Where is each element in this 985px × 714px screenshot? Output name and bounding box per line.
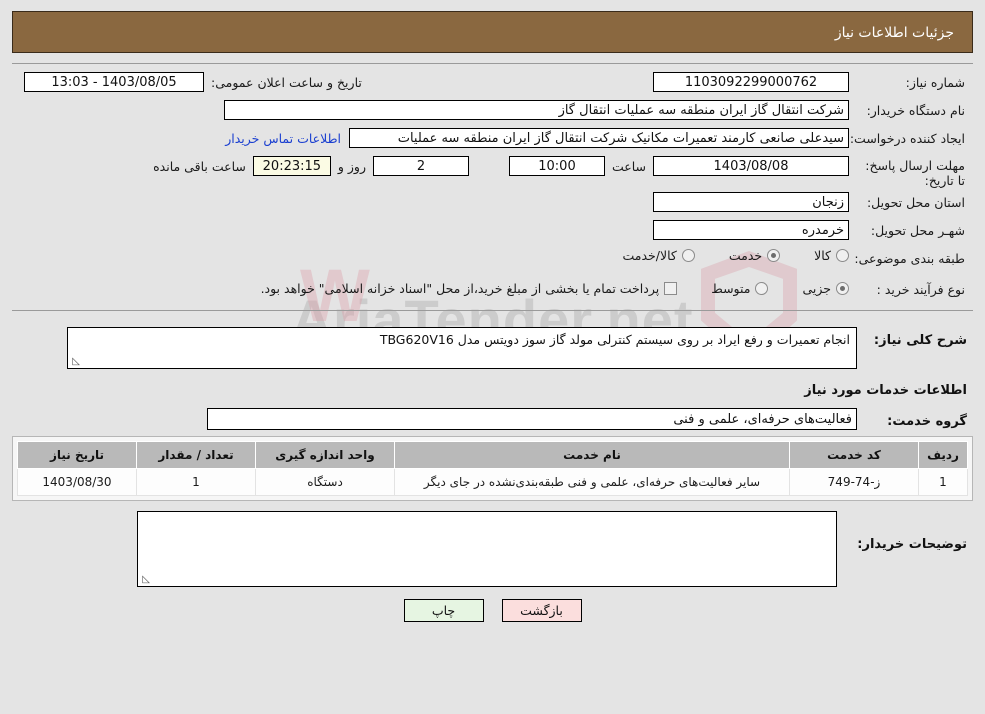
category-option-kala-khedmat-label: کالا/خدمت: [622, 248, 677, 263]
checkbox-icon-treasury[interactable]: [664, 281, 678, 295]
row-buyer-comments: توضیحات خریدار: ◺: [12, 511, 973, 587]
radio-icon-jozii[interactable]: [836, 281, 849, 295]
deadline-date-value: 1403/08/08: [653, 156, 849, 176]
row-process: نوع فرآیند خرید : جزیی متوسط پرداخت تمام…: [12, 276, 973, 300]
services-table-wrapper: ردیف کد خدمت نام خدمت واحد اندازه گیری ت…: [12, 436, 973, 501]
city-value: خرمدره: [653, 220, 849, 240]
row-city: شهـر محل تحویل: خرمدره: [12, 220, 973, 244]
cell-need-date: 1403/08/30: [17, 468, 137, 496]
row-deadline: مهلت ارسال پاسخ: تا تاریخ: 1403/08/08 سا…: [12, 156, 973, 188]
th-row-no: ردیف: [918, 441, 968, 469]
table-header-row: ردیف کد خدمت نام خدمت واحد اندازه گیری ت…: [17, 441, 968, 469]
category-option-khedmat-label: خدمت: [728, 248, 763, 263]
resize-handle-icon-comments[interactable]: ◺: [140, 575, 150, 585]
radio-icon-motavaset[interactable]: [755, 281, 769, 295]
need-number-value: 1103092299000762: [653, 72, 849, 92]
remaining-label: ساعت باقی مانده: [153, 159, 246, 174]
radio-icon-kala-khedmat[interactable]: [681, 249, 695, 262]
deadline-time-value: 10:00: [508, 156, 605, 176]
announce-datetime-value: 1403/08/05 - 13:03: [24, 72, 204, 92]
process-radio-group: جزیی متوسط: [677, 281, 849, 296]
buyer-org-value: شرکت انتقال گاز ایران منطقه سه عملیات ان…: [224, 100, 849, 120]
th-need-date: تاریخ نیاز: [17, 441, 137, 469]
requester-label: ایجاد کننده درخواست:: [849, 131, 965, 146]
action-button-bar: بازگشت چاپ: [0, 587, 985, 622]
row-requester: ایجاد کننده درخواست: سیدعلی صانعی کارمند…: [12, 128, 973, 152]
resize-handle-icon[interactable]: ◺: [70, 357, 80, 367]
cell-service-code: ز-74-749: [789, 468, 919, 496]
services-table: ردیف کد خدمت نام خدمت واحد اندازه گیری ت…: [17, 441, 968, 496]
service-group-label: گروه خدمت:: [887, 414, 967, 429]
service-group-value: فعالیت‌های حرفه‌ای، علمی و فنی: [207, 408, 857, 430]
radio-icon-kala[interactable]: [836, 249, 849, 262]
th-service-name: نام خدمت: [394, 441, 790, 469]
province-label: استان محل تحویل:: [866, 195, 965, 210]
process-option-motavaset[interactable]: متوسط: [711, 280, 769, 296]
treasury-checkbox-label: پرداخت تمام یا بخشی از مبلغ خرید،از محل …: [260, 280, 660, 296]
process-option-jozii-label: جزیی: [802, 280, 831, 296]
need-number-label: شماره نیاز:: [905, 75, 965, 90]
buyer-org-label: نام دستگاه خریدار:: [866, 103, 965, 118]
page-title: جزئیات اطلاعات نیاز: [834, 25, 954, 41]
buyer-contact-link[interactable]: اطلاعات تماس خریدار: [217, 128, 349, 146]
need-info-form: شماره نیاز: 1103092299000762 تاریخ و ساع…: [12, 63, 973, 311]
need-desc-textarea[interactable]: انجام تعمیرات و رفع ایراد بر روی سیستم ک…: [67, 327, 857, 369]
buyer-comments-label: توضیحات خریدار:: [857, 537, 967, 552]
row-buyer-org: نام دستگاه خریدار: شرکت انتقال گاز ایران…: [12, 100, 973, 124]
services-section-title: اطلاعات خدمات مورد نیاز: [804, 383, 967, 398]
row-service-group: گروه خدمت: فعالیت‌های حرفه‌ای، علمی و فن…: [12, 408, 973, 430]
category-label: طبقه بندی موضوعی:: [854, 251, 965, 266]
category-option-khedmat[interactable]: خدمت: [728, 248, 781, 263]
description-section: شرح کلی نیاز: انجام تعمیرات و رفع ایراد …: [12, 311, 973, 430]
countdown-timer: 20:23:15: [252, 156, 331, 176]
radio-icon-khedmat[interactable]: [767, 249, 781, 262]
cell-service-name: سایر فعالیت‌های حرفه‌ای، علمی و فنی طبقه…: [394, 468, 790, 496]
need-desc-label: شرح کلی نیاز:: [873, 333, 967, 348]
process-option-jozii[interactable]: جزیی: [802, 281, 849, 296]
back-button[interactable]: بازگشت: [501, 599, 582, 622]
treasury-checkbox-wrap[interactable]: پرداخت تمام یا بخشی از مبلغ خرید،از محل …: [261, 281, 678, 296]
announce-datetime-label: تاریخ و ساعت اعلان عمومی:: [211, 75, 362, 90]
category-option-kala[interactable]: کالا: [814, 248, 849, 263]
province-value: زنجان: [653, 192, 849, 212]
days-remaining-value: 2: [372, 156, 469, 176]
cell-row-no: 1: [918, 468, 968, 496]
deadline-label: مهلت ارسال پاسخ: تا تاریخ:: [865, 158, 965, 188]
table-row: 1 ز-74-749 سایر فعالیت‌های حرفه‌ای، علمی…: [17, 468, 968, 496]
process-label: نوع فرآیند خرید :: [876, 282, 965, 297]
city-label: شهـر محل تحویل:: [870, 223, 965, 238]
buyer-comments-section: توضیحات خریدار: ◺: [12, 501, 973, 587]
category-option-kala-khedmat[interactable]: کالا/خدمت: [622, 248, 695, 263]
row-need-number: شماره نیاز: 1103092299000762 تاریخ و ساع…: [12, 72, 973, 96]
th-unit: واحد اندازه گیری: [255, 441, 395, 469]
th-quantity: تعداد / مقدار: [136, 441, 256, 469]
process-option-motavaset-label: متوسط: [711, 280, 751, 296]
row-need-description: شرح کلی نیاز: انجام تعمیرات و رفع ایراد …: [12, 327, 973, 369]
cell-quantity: 1: [136, 468, 256, 496]
days-label: روز و: [337, 159, 366, 174]
print-button[interactable]: چاپ: [403, 599, 484, 622]
category-option-kala-label: کالا: [814, 248, 831, 263]
hour-label: ساعت: [611, 159, 646, 174]
row-category: طبقه بندی موضوعی: کالا خدمت کالا/خدمت: [12, 248, 973, 272]
buyer-comments-textarea[interactable]: ◺: [137, 511, 837, 587]
requester-value: سیدعلی صانعی کارمند تعمیرات مکانیک شرکت …: [349, 128, 849, 148]
row-province: استان محل تحویل: زنجان: [12, 192, 973, 216]
page-title-bar: جزئیات اطلاعات نیاز: [12, 11, 973, 53]
category-radio-group: کالا خدمت کالا/خدمت: [588, 248, 849, 263]
cell-unit: دستگاه: [255, 468, 395, 496]
th-service-code: کد خدمت: [789, 441, 919, 469]
